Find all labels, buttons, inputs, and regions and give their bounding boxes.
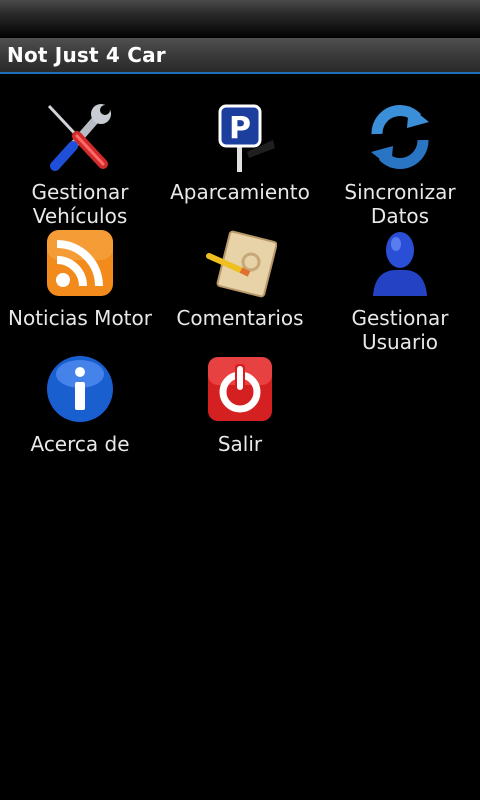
menu-item-gestionar-vehiculos[interactable]: Gestionar Vehículos bbox=[0, 100, 160, 228]
menu-item-label: Noticias Motor bbox=[8, 306, 152, 330]
status-bar bbox=[0, 0, 480, 38]
menu-item-acerca-de[interactable]: Acerca de bbox=[0, 352, 160, 456]
menu-item-label: Aparcamiento bbox=[170, 180, 310, 204]
svg-text:P: P bbox=[229, 111, 251, 146]
app-title: Not Just 4 Car bbox=[7, 43, 166, 67]
info-icon bbox=[47, 356, 113, 422]
parking-sign-icon: P bbox=[218, 104, 275, 172]
menu-item-noticias-motor[interactable]: Noticias Motor bbox=[0, 226, 160, 330]
rss-icon bbox=[47, 230, 113, 296]
menu-item-label-line2: Vehículos bbox=[32, 204, 128, 228]
menu-item-comentarios[interactable]: Comentarios bbox=[160, 226, 320, 330]
menu-item-label: Acerca de bbox=[30, 432, 130, 456]
tools-icon bbox=[47, 104, 111, 171]
menu-item-salir[interactable]: Salir bbox=[160, 352, 320, 456]
user-icon bbox=[373, 232, 427, 296]
title-bar: Not Just 4 Car bbox=[0, 38, 480, 74]
menu-item-label-line2: Usuario bbox=[361, 330, 438, 354]
menu-item-aparcamiento[interactable]: P Aparcamiento bbox=[160, 100, 320, 204]
menu-item-label: Salir bbox=[217, 432, 263, 456]
menu-item-sincronizar-datos[interactable]: Sincronizar Datos bbox=[320, 100, 480, 228]
menu-item-label: Sincronizar bbox=[344, 180, 456, 204]
menu-item-gestionar-usuario[interactable]: Gestionar Usuario bbox=[320, 226, 480, 354]
menu-item-label: Gestionar bbox=[351, 306, 449, 330]
notebook-pencil-icon bbox=[206, 230, 277, 298]
menu-item-label: Gestionar bbox=[31, 180, 129, 204]
menu-item-label-line2: Datos bbox=[370, 204, 430, 228]
sync-icon bbox=[371, 105, 429, 169]
power-icon bbox=[208, 357, 272, 421]
menu-item-label: Comentarios bbox=[176, 306, 304, 330]
